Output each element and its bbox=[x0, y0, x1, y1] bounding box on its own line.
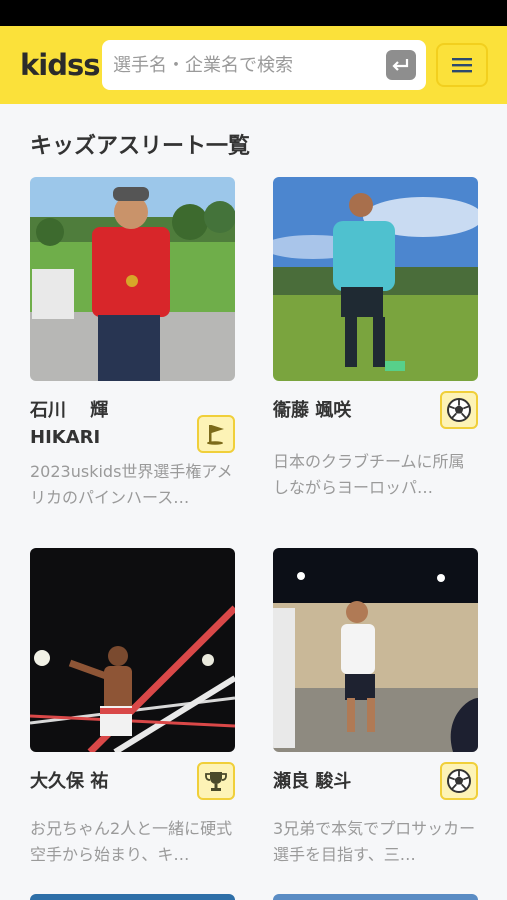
sport-badge bbox=[197, 762, 235, 800]
athlete-photo[interactable] bbox=[273, 177, 478, 381]
header: kidss bbox=[0, 26, 507, 104]
sport-badge bbox=[440, 762, 478, 800]
athlete-name-row: 大久保 祐 bbox=[30, 762, 235, 802]
athlete-description: 3兄弟で本気でプロサッカー選手を目指す、三… bbox=[273, 819, 476, 864]
athlete-description: 2023uskids世界選手権アメリカのパインハース… bbox=[30, 462, 233, 507]
athlete-description: お兄ちゃん2人と一緒に硬式空手から始まり、キ… bbox=[30, 819, 233, 864]
athlete-name: 石川 輝 bbox=[30, 400, 109, 421]
hamburger-icon bbox=[452, 58, 472, 73]
enter-button[interactable] bbox=[386, 50, 416, 80]
logo[interactable]: kidss bbox=[20, 48, 101, 82]
athlete-name: 大久保 祐 bbox=[30, 771, 109, 792]
soccer-ball-icon bbox=[447, 769, 471, 793]
athlete-description: 日本のクラブチームに所属しながらヨーロッパ… bbox=[273, 452, 465, 497]
athlete-card[interactable]: 瀬良 駿斗 3兄弟で本気でプロサッカー選手を目指す、三… bbox=[273, 548, 478, 868]
search-box[interactable] bbox=[102, 40, 426, 90]
soccer-ball-icon bbox=[447, 398, 471, 422]
athlete-photo[interactable] bbox=[273, 894, 478, 900]
athlete-card[interactable]: 衞藤 颯咲 日本のクラブチームに所属しながらヨーロッパ… bbox=[273, 177, 478, 501]
page-title: キッズアスリート一覧 bbox=[30, 134, 251, 159]
athlete-photo[interactable] bbox=[30, 894, 235, 900]
athlete-name-en: HIKARI bbox=[30, 427, 101, 448]
sport-badge bbox=[197, 415, 235, 453]
athlete-name-row: 瀬良 駿斗 bbox=[273, 762, 478, 802]
status-bar bbox=[0, 0, 507, 26]
athlete-name: 瀬良 駿斗 bbox=[273, 771, 352, 792]
sport-badge bbox=[440, 391, 478, 429]
golf-flag-icon bbox=[207, 425, 224, 445]
athlete-card[interactable]: 石川 輝 HIKARI 2023uskids世界選手権アメリカのパインハース… bbox=[30, 177, 235, 511]
athlete-photo[interactable] bbox=[30, 177, 235, 381]
athlete-photo[interactable] bbox=[273, 548, 478, 752]
athlete-name-row: 衞藤 颯咲 bbox=[273, 391, 478, 445]
search-input[interactable] bbox=[113, 54, 386, 76]
athlete-name: 衞藤 颯咲 bbox=[273, 400, 352, 421]
trophy-icon bbox=[205, 772, 227, 791]
menu-button[interactable] bbox=[436, 43, 488, 87]
athlete-name-row: 石川 輝 HIKARI bbox=[30, 397, 235, 453]
enter-icon bbox=[392, 59, 409, 71]
athlete-card[interactable]: 大久保 祐 お兄ちゃん2人と一緒に硬式空手から始まり、キ… bbox=[30, 548, 235, 868]
athlete-photo[interactable] bbox=[30, 548, 235, 752]
